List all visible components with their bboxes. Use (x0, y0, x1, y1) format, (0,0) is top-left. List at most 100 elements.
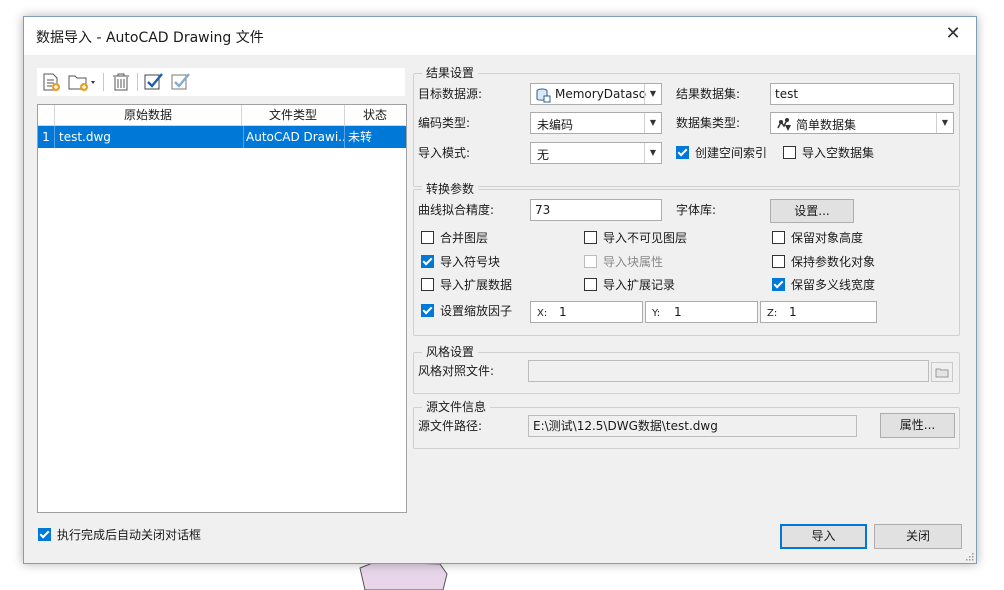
scale-x-input[interactable]: X: 1 (530, 301, 643, 323)
merge-layers-label: 合并图层 (440, 231, 489, 245)
source-path-input[interactable]: E:\测试\12.5\DWG数据\test.dwg (528, 415, 857, 437)
auto-close-label: 执行完成后自动关闭对话框 (57, 528, 202, 542)
row-file-type: AutoCAD Drawi... (242, 126, 345, 148)
checkbox-unchecked-icon (421, 231, 434, 244)
import-extended-data-checkbox[interactable]: 导入扩展数据 (421, 276, 512, 294)
close-icon[interactable]: ✕ (930, 17, 976, 53)
dialog-title: 数据导入 - AutoCAD Drawing 文件 (36, 30, 264, 46)
set-scale-factor-label: 设置缩放因子 (440, 304, 513, 318)
checkbox-unchecked-icon (584, 278, 597, 291)
simple-dataset-icon (777, 118, 791, 131)
delete-icon[interactable] (110, 72, 132, 92)
font-settings-button[interactable]: 设置... (770, 199, 854, 223)
keep-parametric-objects-label: 保持参数化对象 (791, 255, 876, 269)
select-all-icon[interactable] (143, 72, 165, 92)
close-button[interactable]: 关闭 (874, 524, 962, 549)
set-scale-factor-checkbox[interactable]: 设置缩放因子 (421, 302, 512, 320)
checkbox-unchecked-icon (772, 255, 785, 268)
invert-select-icon[interactable] (170, 72, 192, 92)
import-symbol-blocks-checkbox[interactable]: 导入符号块 (421, 253, 500, 271)
import-mode-combo[interactable]: 无 ▼ (530, 142, 662, 164)
checkbox-unchecked-icon (584, 231, 597, 244)
scale-y-value: 1 (674, 305, 682, 319)
dropdown-arrow-icon[interactable]: ▼ (644, 143, 661, 163)
table-row[interactable]: 1 test.dwg AutoCAD Drawi... 未转 (38, 126, 406, 148)
curve-precision-input[interactable]: 73 (530, 199, 662, 221)
import-dialog: 数据导入 - AutoCAD Drawing 文件 ✕ 原始数据 文件类型 状态… (23, 16, 977, 564)
curve-precision-label: 曲线拟合精度: (418, 203, 495, 217)
target-datasource-combo[interactable]: MemoryDatasour ▼ (530, 83, 662, 105)
properties-button[interactable]: 属性... (880, 413, 955, 438)
add-file-icon[interactable] (40, 72, 62, 92)
row-status: 未转 (348, 130, 373, 144)
dropdown-arrow-icon[interactable]: ▼ (936, 113, 953, 133)
encoding-type-combo[interactable]: 未编码 ▼ (530, 112, 662, 134)
import-invisible-layers-label: 导入不可见图层 (603, 231, 688, 245)
target-datasource-value: MemoryDatasour (555, 87, 647, 101)
import-empty-dataset-label: 导入空数据集 (802, 146, 875, 160)
scale-z-label: Z: (767, 308, 778, 319)
column-header-source-data[interactable]: 原始数据 (55, 105, 242, 126)
background-map-shape (359, 561, 448, 590)
import-mode-value: 无 (537, 148, 550, 162)
create-spatial-index-checkbox[interactable]: 创建空间索引 (676, 144, 767, 162)
conversion-params-title: 转换参数 (422, 182, 479, 196)
import-button[interactable]: 导入 (780, 524, 867, 549)
scale-z-input[interactable]: Z: 1 (760, 301, 877, 323)
import-block-attributes-checkbox[interactable]: 导入块属性 (584, 253, 663, 271)
import-extended-records-label: 导入扩展记录 (603, 278, 676, 292)
checkbox-checked-icon (421, 255, 434, 268)
import-mode-label: 导入模式: (418, 146, 471, 160)
checkbox-unchecked-icon (772, 231, 785, 244)
scale-x-label: X: (537, 308, 548, 319)
file-list-toolbar (37, 68, 405, 96)
result-settings-title: 结果设置 (422, 66, 479, 80)
import-extended-records-checkbox[interactable]: 导入扩展记录 (584, 276, 675, 294)
row-index: 1 (38, 126, 55, 148)
title-bar: 数据导入 - AutoCAD Drawing 文件 ✕ (24, 17, 976, 55)
file-list-grid[interactable]: 原始数据 文件类型 状态 1 test.dwg AutoCAD Drawi...… (37, 104, 407, 513)
checkbox-checked-icon (38, 528, 51, 541)
keep-polyline-width-checkbox[interactable]: 保留多义线宽度 (772, 276, 875, 294)
scale-y-input[interactable]: Y: 1 (645, 301, 758, 323)
import-extended-data-label: 导入扩展数据 (440, 278, 513, 292)
checkbox-unchecked-icon (783, 146, 796, 159)
dataset-type-value: 简单数据集 (796, 118, 857, 132)
scale-x-value: 1 (559, 305, 567, 319)
checkbox-unchecked-icon (421, 278, 434, 291)
column-header-status[interactable]: 状态 (345, 105, 405, 126)
keep-polyline-width-label: 保留多义线宽度 (791, 278, 876, 292)
merge-layers-checkbox[interactable]: 合并图层 (421, 229, 488, 247)
scale-z-value: 1 (789, 305, 797, 319)
checkbox-checked-icon (772, 278, 785, 291)
grid-header-corner (38, 105, 55, 126)
result-dataset-input[interactable]: test (770, 83, 954, 105)
column-header-file-type[interactable]: 文件类型 (242, 105, 345, 126)
import-empty-dataset-checkbox[interactable]: 导入空数据集 (783, 144, 874, 162)
toolbar-separator (137, 73, 138, 91)
source-path-label: 源文件路径: (418, 419, 483, 433)
browse-style-file-button[interactable] (931, 362, 953, 382)
folder-browse-icon (935, 368, 949, 378)
keep-object-height-checkbox[interactable]: 保留对象高度 (772, 229, 863, 247)
memory-datasource-icon (536, 88, 551, 103)
font-library-label: 字体库: (676, 203, 717, 217)
encoding-type-label: 编码类型: (418, 116, 471, 130)
style-file-input[interactable] (528, 360, 929, 382)
dataset-type-combo[interactable]: 简单数据集 ▼ (770, 112, 954, 134)
checkbox-disabled-icon (584, 255, 597, 268)
style-file-label: 风格对照文件: (418, 364, 495, 378)
keep-parametric-objects-checkbox[interactable]: 保持参数化对象 (772, 253, 875, 271)
toolbar-separator (103, 73, 104, 91)
keep-object-height-label: 保留对象高度 (791, 231, 864, 245)
add-folder-dropdown-icon[interactable] (67, 72, 97, 92)
resize-grip-icon[interactable] (966, 553, 974, 561)
dropdown-arrow-icon[interactable]: ▼ (644, 113, 661, 133)
dropdown-arrow-icon[interactable]: ▼ (644, 84, 661, 104)
dataset-type-label: 数据集类型: (676, 116, 741, 130)
style-settings-title: 风格设置 (422, 345, 479, 359)
row-file-name: test.dwg (55, 126, 244, 148)
import-symbol-blocks-label: 导入符号块 (440, 255, 501, 269)
import-invisible-layers-checkbox[interactable]: 导入不可见图层 (584, 229, 687, 247)
auto-close-checkbox[interactable]: 执行完成后自动关闭对话框 (38, 526, 201, 544)
